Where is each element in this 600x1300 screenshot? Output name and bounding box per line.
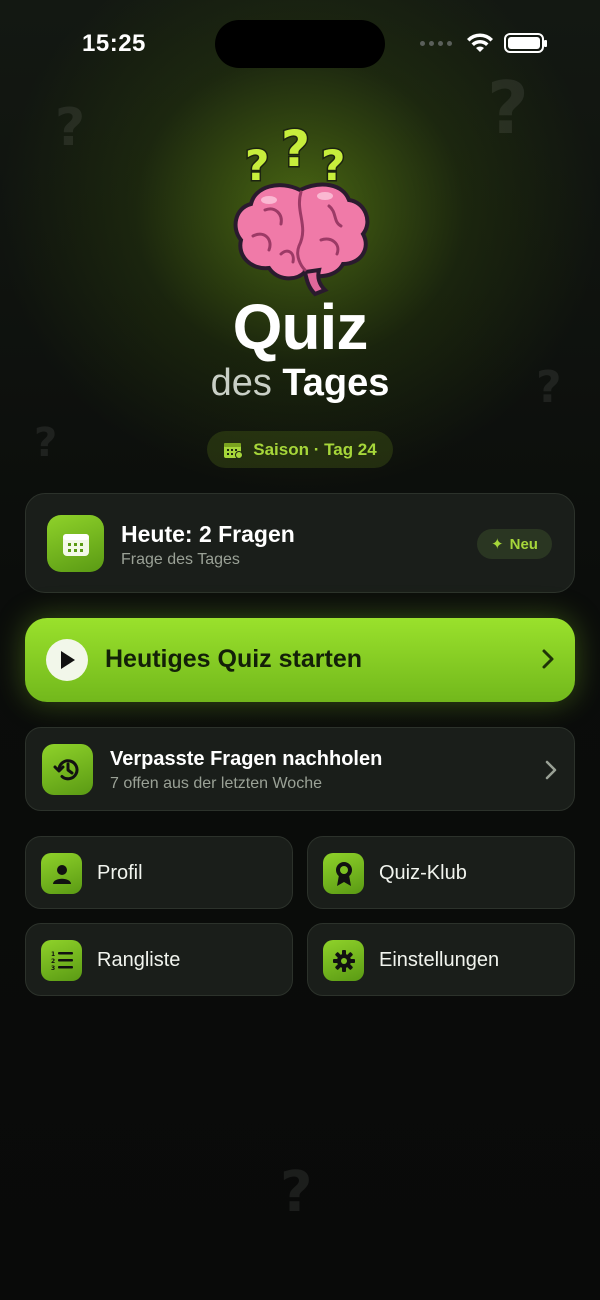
chevron-right-icon xyxy=(545,760,557,780)
history-icon xyxy=(42,744,93,795)
status-time: 15:25 xyxy=(82,30,146,57)
today-subtitle: Frage des Tages xyxy=(121,551,240,568)
new-badge: ✦ Neu xyxy=(477,529,552,559)
settings-label: Einstellungen xyxy=(379,949,500,971)
bg-question-mark-icon: ? xyxy=(55,98,86,158)
settings-button[interactable]: Einstellungen xyxy=(307,923,575,996)
season-badge: Saison · Tag 24 xyxy=(207,431,393,468)
quiz-club-label: Quiz-Klub xyxy=(379,862,467,884)
battery-icon xyxy=(504,33,547,53)
today-title: Heute: 2 Fragen xyxy=(121,521,295,547)
svg-text:?: ? xyxy=(281,122,310,178)
missed-title: Verpasste Fragen nachholen xyxy=(110,748,383,770)
profile-label: Profil xyxy=(97,862,143,884)
svg-text:1: 1 xyxy=(51,951,55,958)
leaderboard-label: Rangliste xyxy=(97,949,181,971)
bg-question-mark-icon: ? xyxy=(34,420,58,466)
start-quiz-label: Heutiges Quiz starten xyxy=(105,645,362,673)
svg-text:2: 2 xyxy=(51,958,55,965)
leaderboard-button[interactable]: 123 Rangliste xyxy=(25,923,293,996)
sparkle-icon: ✦ xyxy=(491,536,504,553)
quiz-club-button[interactable]: Quiz-Klub xyxy=(307,836,575,909)
today-card[interactable]: Heute: 2 Fragen Frage des Tages ✦ Neu xyxy=(25,493,575,593)
wifi-icon xyxy=(467,33,493,52)
brain-icon: ? ? ? xyxy=(233,122,370,297)
award-icon xyxy=(323,853,364,894)
status-indicators xyxy=(420,33,547,53)
bg-question-mark-icon: ? xyxy=(280,1160,313,1225)
subtitle-bold: Tages xyxy=(282,362,390,404)
gear-icon xyxy=(323,940,364,981)
bg-question-mark-icon: ? xyxy=(487,66,529,150)
missed-subtitle: 7 offen aus der letzten Woche xyxy=(110,775,322,792)
person-icon xyxy=(41,853,82,894)
app-screen: ? ? ? ? ? 15:25 ? ? ? Quiz des Tages Sai… xyxy=(0,0,600,1300)
svg-text:3: 3 xyxy=(51,965,55,972)
calendar-icon xyxy=(47,515,104,572)
play-icon xyxy=(46,639,88,681)
subtitle-light: des xyxy=(210,362,272,404)
missed-questions-button[interactable]: Verpasste Fragen nachholen 7 offen aus d… xyxy=(25,727,575,811)
new-badge-label: Neu xyxy=(509,535,538,553)
page-title: Quiz xyxy=(232,291,369,363)
start-quiz-button[interactable]: Heutiges Quiz starten xyxy=(25,618,575,702)
dynamic-island xyxy=(215,20,385,68)
profile-button[interactable]: Profil xyxy=(25,836,293,909)
page-subtitle: des Tages xyxy=(0,362,600,405)
ranked-list-icon: 123 xyxy=(41,940,82,981)
calendar-icon xyxy=(224,442,244,459)
chevron-right-icon xyxy=(542,649,554,669)
svg-text:?: ? xyxy=(245,141,269,190)
season-label: Saison · Tag 24 xyxy=(253,439,377,459)
signal-icon xyxy=(420,40,452,46)
